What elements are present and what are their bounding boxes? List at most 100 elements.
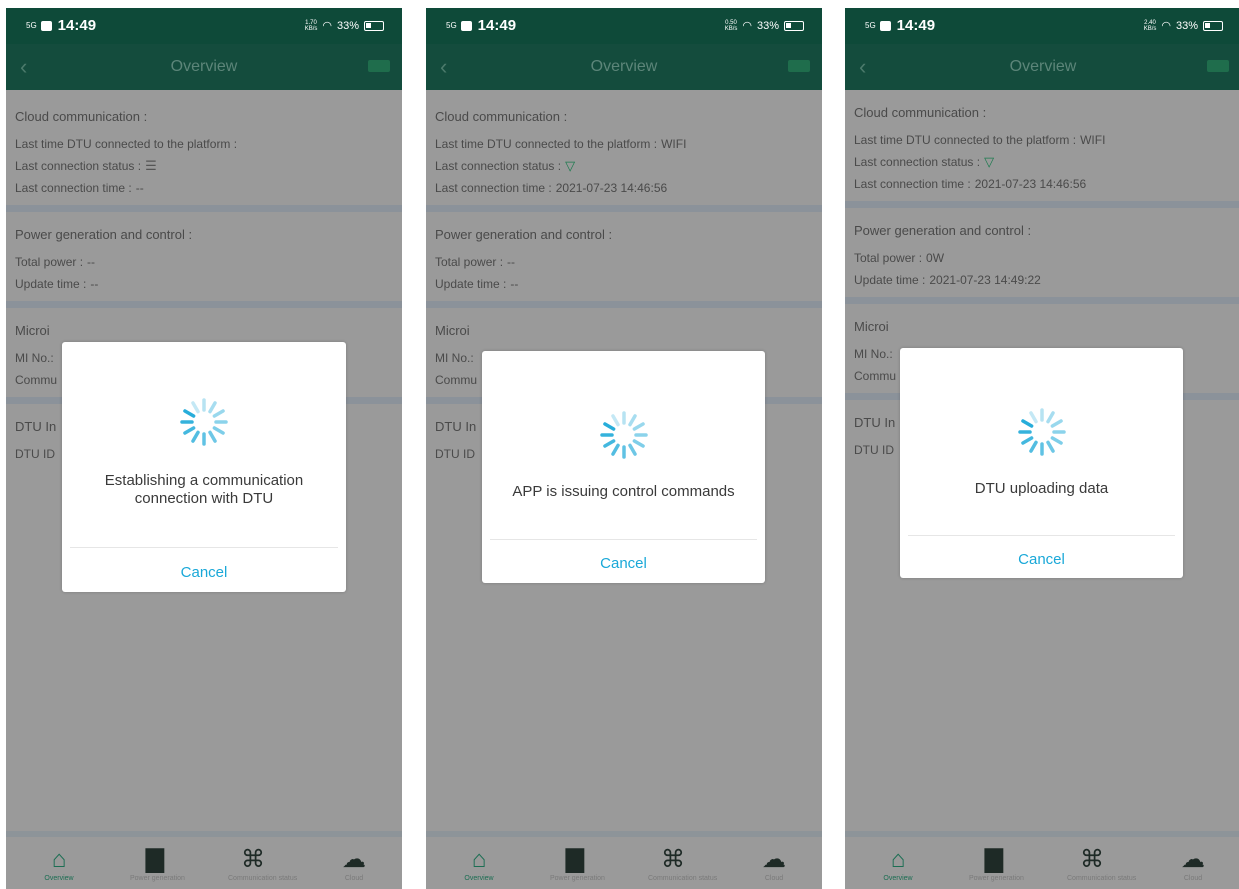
wifi-status-icon: ▽	[984, 154, 995, 169]
cancel-button[interactable]: Cancel	[900, 551, 1183, 568]
cancel-button[interactable]: Cancel	[62, 564, 346, 581]
tab-overview[interactable]: ⌂ Overview	[34, 846, 84, 883]
bar-chart-icon: ▇	[984, 846, 1004, 873]
cloud-icon: ☁	[342, 846, 366, 873]
tab-power[interactable]: ▇ Power generation	[130, 846, 185, 883]
spinner-tick	[610, 443, 620, 456]
home-icon: ⌂	[890, 846, 906, 873]
cellular-signal-icon: 5G	[26, 20, 37, 30]
status-bar: 5G 14:49 0.50 KB/s ◠ 33%	[426, 8, 822, 44]
cellular-signal-icon: 5G	[865, 20, 876, 30]
loading-spinner-icon	[599, 411, 648, 459]
update-time-row: Update time : --	[435, 277, 519, 291]
page-title: Overview	[590, 58, 658, 75]
page-title: Overview	[1009, 58, 1077, 75]
spinner-tick	[610, 414, 620, 427]
home-icon: ⌂	[51, 846, 67, 873]
spinner-tick	[1050, 419, 1063, 428]
message-icon	[879, 20, 891, 31]
update-time-row: Update time :2021-07-23 14:49:22	[854, 273, 1041, 287]
power-section-title: Power generation and control :	[854, 223, 1032, 238]
tab-power[interactable]: ▇ Power generation	[969, 846, 1024, 883]
loading-spinner-icon	[180, 398, 228, 446]
battery-icon	[1203, 20, 1223, 31]
spinner-tick	[183, 426, 196, 435]
cloud-icon: ☁	[762, 846, 786, 873]
nav-bar: ‹ Overview	[426, 44, 822, 90]
tab-power[interactable]: ▇ Power generation	[550, 846, 605, 883]
tab-cloud[interactable]: ☁ Cloud	[1168, 846, 1218, 883]
nav-action-button[interactable]	[1207, 60, 1229, 72]
battery-icon	[784, 20, 804, 31]
section-divider	[845, 201, 1239, 208]
spinner-tick	[632, 439, 645, 448]
last-status-row: Last connection status : ▽	[845, 151, 1239, 173]
cancel-button[interactable]: Cancel	[482, 555, 765, 572]
battery-percent: 33%	[756, 19, 779, 32]
last-status-row: Last connection status : ☰	[6, 155, 402, 177]
nav-action-button[interactable]	[788, 60, 810, 72]
tab-communication[interactable]: ⌘ Communication status	[648, 846, 717, 883]
tab-cloud[interactable]: ☁ Cloud	[749, 846, 799, 883]
battery-percent: 33%	[336, 19, 359, 32]
cellular-signal-icon: 5G	[446, 20, 457, 30]
message-icon	[40, 20, 52, 31]
cloud-icon: ☁	[1181, 846, 1205, 873]
clock: 14:49	[896, 17, 936, 34]
status-bar: 5G 14:49 1.70 KB/s ◠ 33%	[6, 8, 402, 44]
last-time-row: Last connection time :2021-07-23 14:46:5…	[435, 181, 668, 195]
home-icon: ⌂	[471, 846, 487, 873]
update-time-row: Update time : --	[15, 277, 99, 291]
tab-bar: ⌂ Overview ▇ Power generation ⌘ Communic…	[426, 831, 822, 889]
network-speed: 2.40 KB/s	[1143, 19, 1157, 32]
nav-bar: ‹ Overview	[845, 44, 1239, 90]
bar-chart-icon: ▇	[565, 846, 585, 873]
tab-overview[interactable]: ⌂ Overview	[873, 846, 923, 883]
loading-dialog: DTU uploading data Cancel	[900, 348, 1183, 578]
micro-section-title: Microi	[854, 319, 889, 334]
wifi-status-icon: ▽	[565, 158, 576, 173]
spinner-tick	[1045, 411, 1055, 424]
wifi-icon: ◠	[742, 20, 752, 32]
network-icon: ⌘	[661, 846, 685, 873]
power-section-title: Power generation and control :	[435, 227, 613, 242]
cloud-section-title: Cloud communication :	[15, 109, 148, 124]
tab-overview[interactable]: ⌂ Overview	[454, 846, 504, 883]
message-icon	[460, 20, 472, 31]
wifi-status-icon: ☰	[145, 158, 157, 173]
battery-icon	[364, 20, 384, 31]
spinner-tick	[627, 414, 637, 427]
spinner-tick	[1050, 436, 1063, 445]
phone-screen-2: 5G 14:49 0.50 KB/s ◠ 33% ‹ Overview Cloud…	[426, 8, 822, 889]
spinner-tick	[191, 401, 200, 414]
spinner-tick	[208, 401, 217, 414]
last-time-row: Last connection time : --	[15, 181, 144, 195]
spinner-tick	[212, 409, 225, 418]
spinner-tick	[208, 430, 217, 443]
spinner-tick	[632, 422, 645, 431]
spinner-tick	[1020, 419, 1033, 428]
dialog-message: Establishing a communication connection …	[104, 472, 304, 507]
nav-action-button[interactable]	[368, 60, 390, 72]
cloud-section-title: Cloud communication :	[435, 109, 568, 124]
total-power-row: Total power :0W	[854, 251, 945, 265]
network-icon: ⌘	[1080, 846, 1104, 873]
tab-cloud[interactable]: ☁ Cloud	[329, 846, 379, 883]
network-speed: 1.70 KB/s	[304, 19, 318, 32]
dialog-message: APP is issuing control commands	[512, 483, 735, 500]
status-bar: 5G 14:49 2.40 KB/s ◠ 33%	[845, 8, 1239, 44]
dialog-message: DTU uploading data	[974, 480, 1109, 497]
last-time-row: Last connection time :2021-07-23 14:46:5…	[854, 177, 1087, 191]
tab-bar: ⌂ Overview ▇ Power generation ⌘ Communic…	[6, 831, 402, 889]
wifi-icon: ◠	[322, 20, 332, 32]
section-divider	[845, 297, 1239, 304]
spinner-tick	[1028, 440, 1038, 453]
spinner-tick	[212, 426, 225, 435]
tab-communication[interactable]: ⌘ Communication status	[228, 847, 297, 883]
network-speed: 0.50 KB/s	[724, 19, 738, 32]
section-divider	[6, 205, 402, 212]
clock: 14:49	[477, 17, 517, 34]
tab-communication[interactable]: ⌘ Communication status	[1067, 846, 1136, 883]
bar-chart-icon: ▇	[145, 846, 165, 873]
spinner-tick	[191, 430, 200, 443]
